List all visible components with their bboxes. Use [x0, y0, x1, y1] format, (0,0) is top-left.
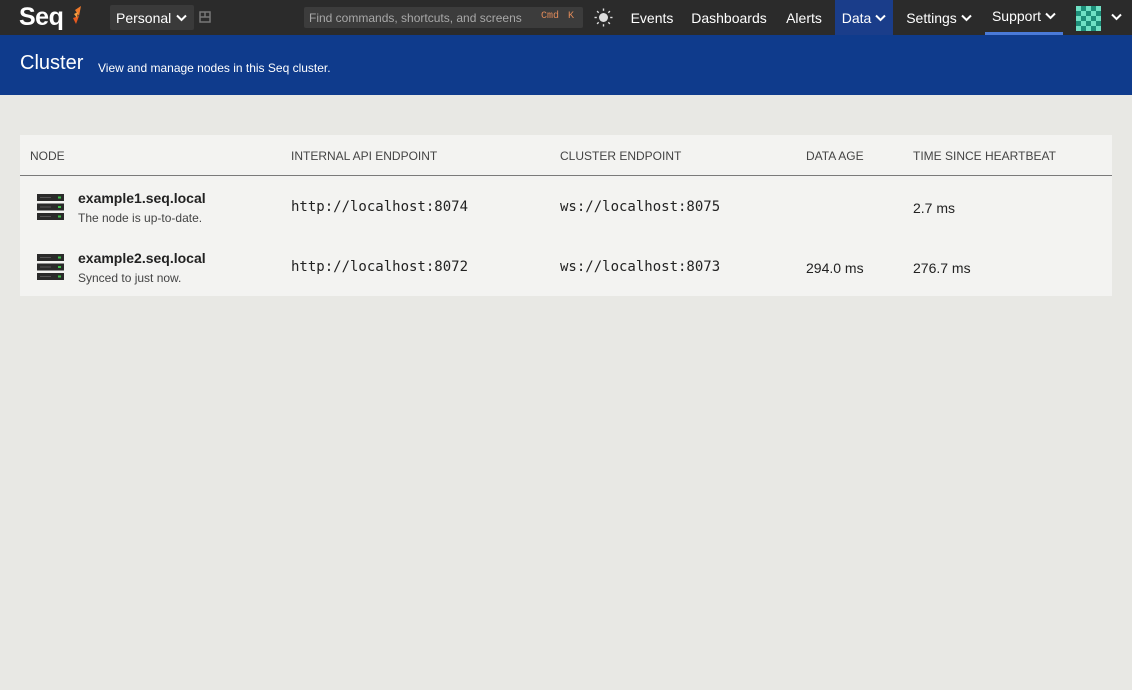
- time-since-heartbeat: 2.7 ms: [913, 200, 956, 216]
- cluster-endpoint: ws://localhost:8075: [560, 199, 721, 215]
- nav-dashboards-label: Dashboards: [691, 9, 767, 26]
- node-status: The node is up-to-date.: [78, 211, 203, 225]
- nav-support[interactable]: Support: [985, 0, 1063, 35]
- page-title: Cluster: [20, 52, 84, 74]
- chevron-down-icon[interactable]: [1111, 13, 1122, 21]
- node-name: example1.seq.local: [78, 190, 206, 206]
- user-avatar-icon[interactable]: [1076, 6, 1101, 31]
- node-status: Synced to just now.: [78, 271, 182, 285]
- workspace-selector[interactable]: Personal: [110, 5, 194, 30]
- pin-icon[interactable]: [199, 11, 211, 23]
- search-shortcut: Cmd K: [541, 11, 574, 22]
- nav-support-label: Support: [991, 8, 1042, 24]
- nav-dashboards[interactable]: Dashboards: [686, 0, 772, 35]
- column-header-data-age[interactable]: DATA AGE: [806, 149, 864, 163]
- internal-api-endpoint: http://localhost:8072: [291, 259, 469, 275]
- column-header-internal-api[interactable]: INTERNAL API ENDPOINT: [291, 149, 437, 163]
- table-row[interactable]: example1.seq.local The node is up-to-dat…: [20, 176, 1112, 236]
- shortcut-modifier: Cmd: [541, 11, 560, 22]
- time-since-heartbeat: 276.7 ms: [913, 260, 971, 276]
- search-input[interactable]: [304, 10, 534, 25]
- node-name: example2.seq.local: [78, 250, 206, 266]
- seq-logo[interactable]: Seq: [19, 2, 81, 33]
- nav-data[interactable]: Data: [835, 0, 893, 35]
- chevron-down-icon: [176, 14, 187, 21]
- shortcut-key: K: [568, 11, 575, 22]
- internal-api-endpoint: http://localhost:8074: [291, 199, 469, 215]
- server-icon: [37, 254, 64, 280]
- theme-toggle-icon[interactable]: [594, 8, 613, 27]
- nav-settings-label: Settings: [906, 9, 957, 26]
- workspace-label: Personal: [116, 9, 172, 26]
- chevron-down-icon: [875, 14, 886, 21]
- command-search[interactable]: Cmd K: [304, 7, 583, 28]
- column-header-cluster-endpoint[interactable]: CLUSTER ENDPOINT: [560, 149, 681, 163]
- table-row[interactable]: example2.seq.local Synced to just now. h…: [20, 236, 1112, 296]
- chevron-down-icon: [961, 14, 972, 21]
- top-navigation-bar: Seq Personal Cmd K: [0, 0, 1132, 35]
- nav-events[interactable]: Events: [625, 0, 679, 35]
- cluster-endpoint: ws://localhost:8073: [560, 259, 721, 275]
- server-icon: [37, 194, 64, 220]
- page-header: Cluster View and manage nodes in this Se…: [0, 35, 1132, 95]
- nav-alerts[interactable]: Alerts: [779, 0, 829, 35]
- chevron-down-icon: [1045, 12, 1056, 20]
- logo-text: Seq: [19, 3, 64, 31]
- column-header-node[interactable]: NODE: [30, 149, 65, 163]
- table-header: NODE INTERNAL API ENDPOINT CLUSTER ENDPO…: [20, 135, 1112, 176]
- data-age: 294.0 ms: [806, 260, 864, 276]
- seq-logo-icon: [73, 6, 81, 24]
- page-subtitle: View and manage nodes in this Seq cluste…: [98, 61, 331, 75]
- nav-alerts-label: Alerts: [786, 9, 822, 26]
- nav-settings[interactable]: Settings: [900, 0, 978, 35]
- cluster-nodes-table: NODE INTERNAL API ENDPOINT CLUSTER ENDPO…: [20, 135, 1112, 296]
- nav-events-label: Events: [630, 9, 674, 26]
- nav-data-label: Data: [841, 9, 872, 26]
- column-header-heartbeat[interactable]: TIME SINCE HEARTBEAT: [913, 149, 1056, 163]
